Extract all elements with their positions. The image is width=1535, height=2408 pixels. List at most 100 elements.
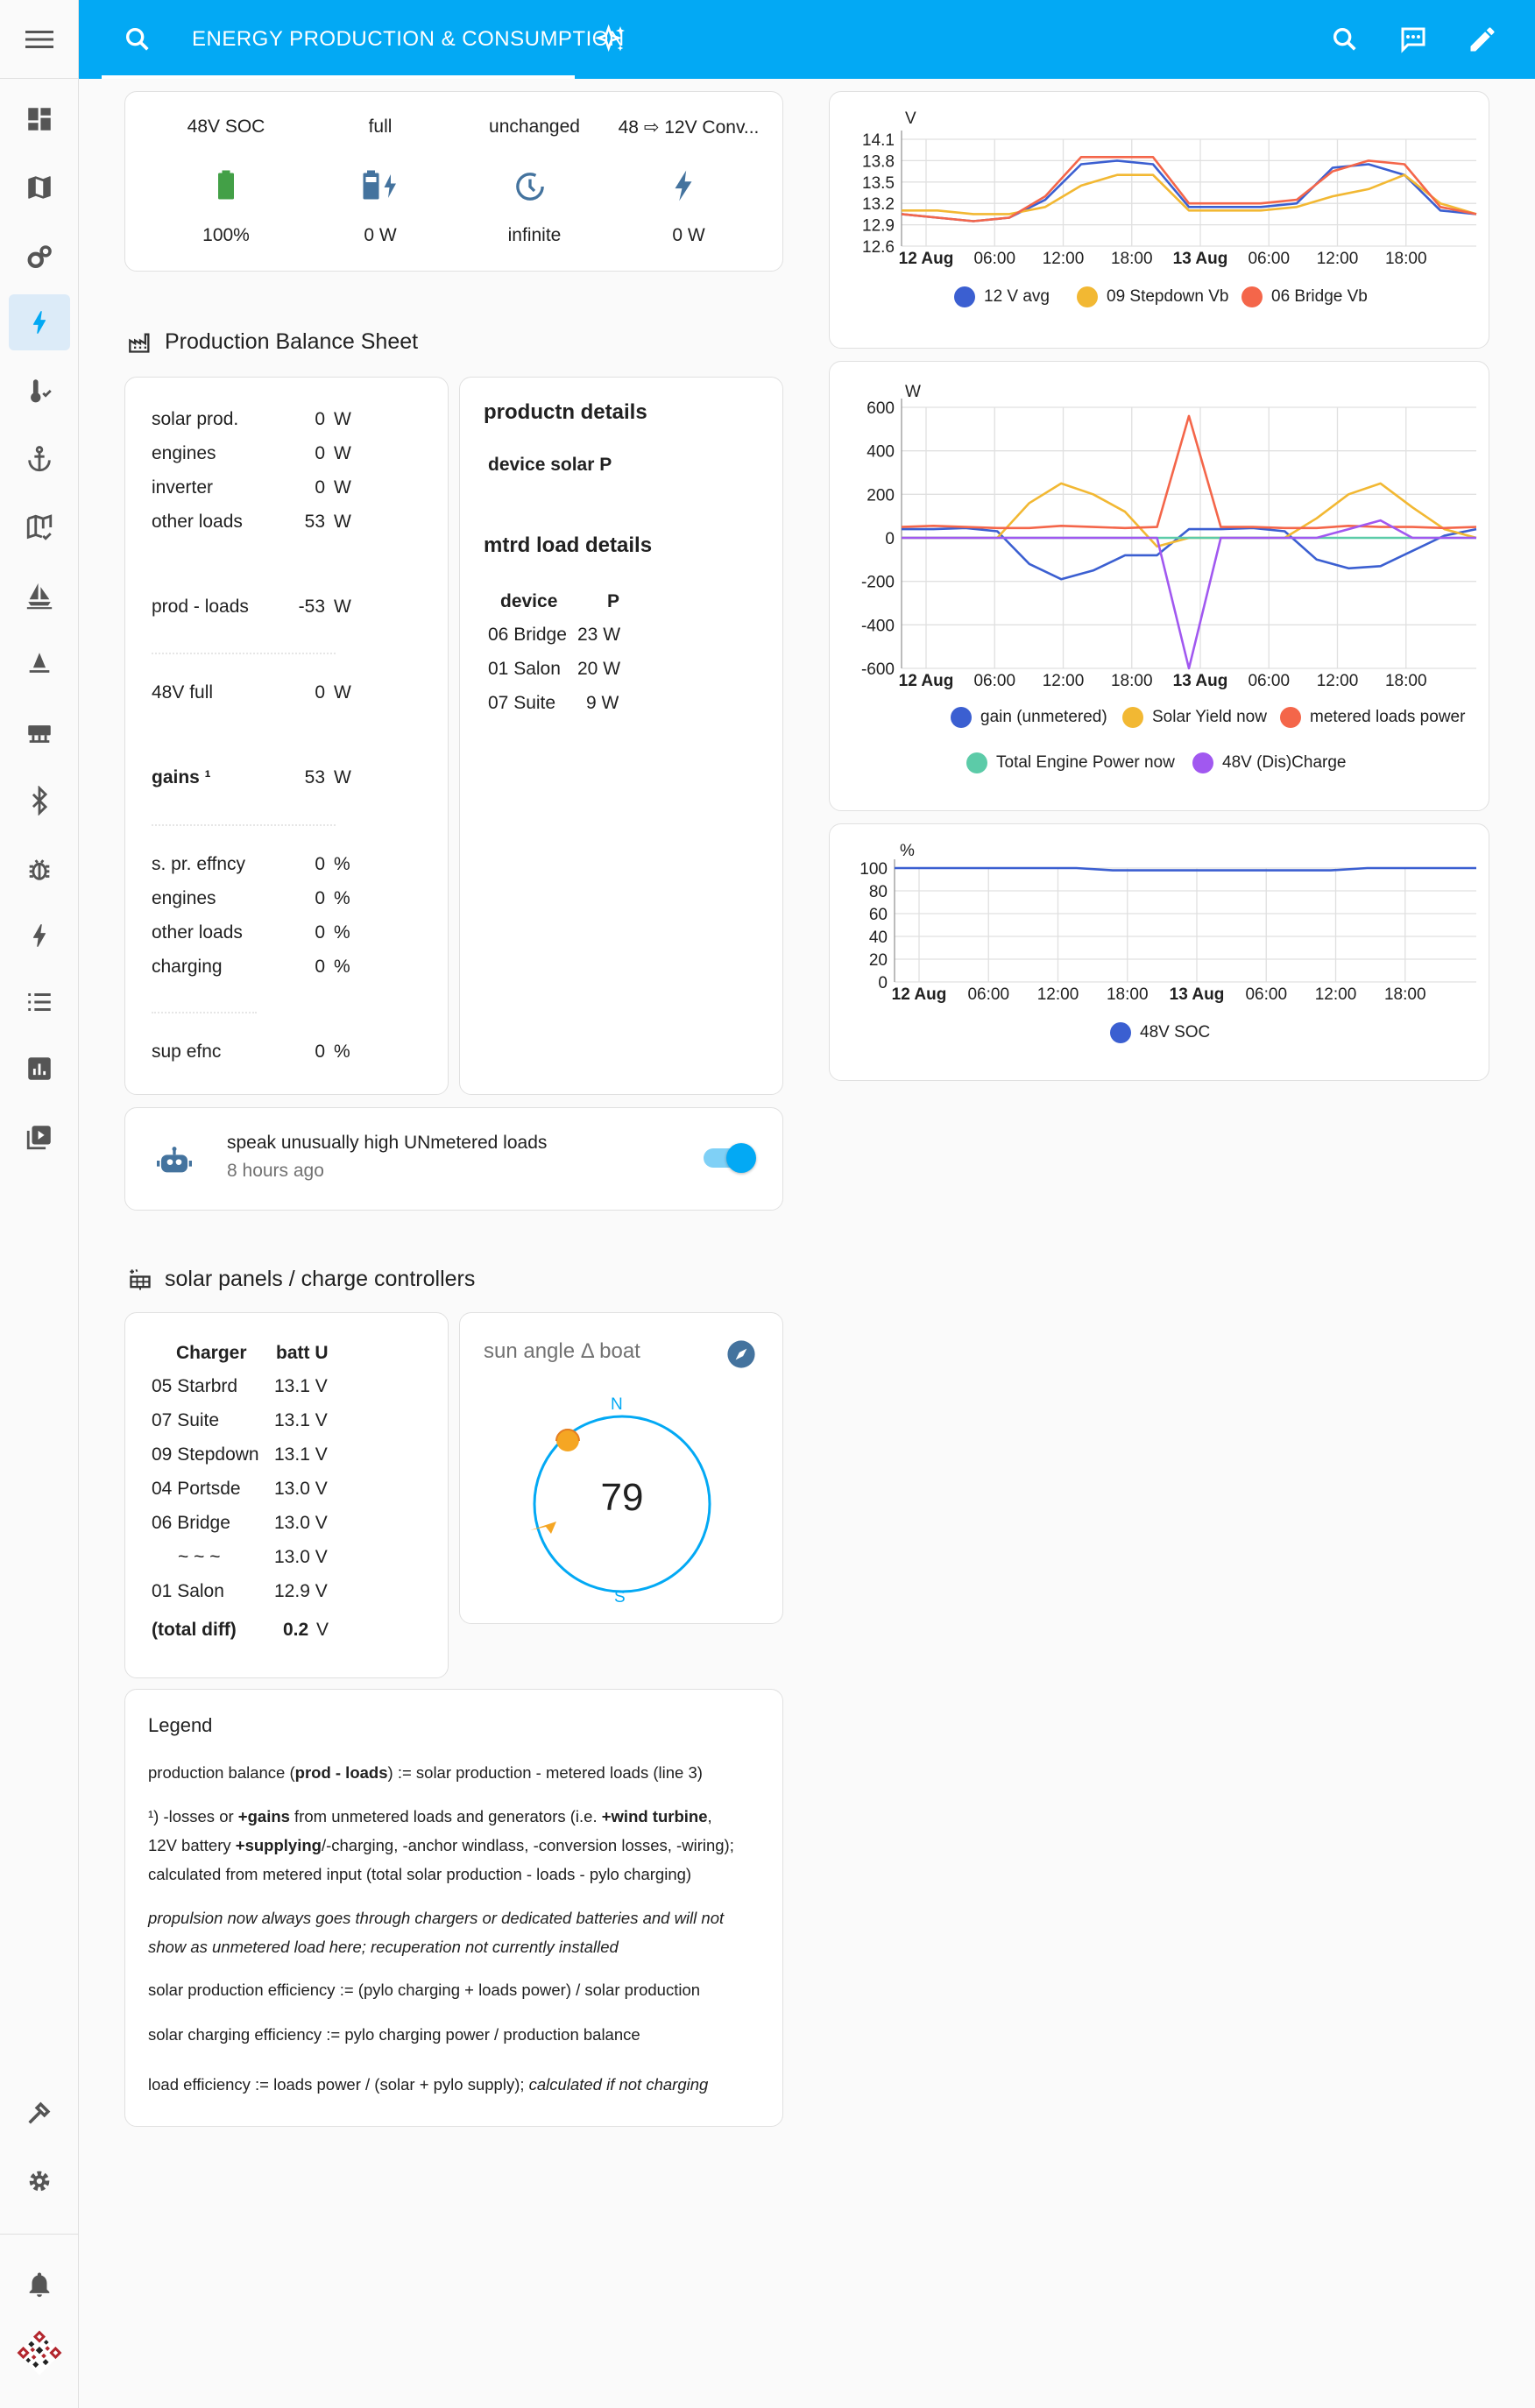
- x-tick-label: 12:00: [1317, 672, 1359, 690]
- power-chart-card: 600 400 200 0 -200 -400 -600 12 Aug 06:00 12:00 18…: [829, 361, 1489, 811]
- sidebar-item-anchor[interactable]: [9, 431, 70, 487]
- automation-toggle[interactable]: [704, 1143, 756, 1173]
- edit-button[interactable]: [1467, 0, 1498, 79]
- sidebar-item-dashboard[interactable]: [9, 91, 70, 147]
- col-batt-u: batt U: [276, 1343, 329, 1363]
- legend-item[interactable]: 09 Stepdown Vb: [1077, 286, 1228, 307]
- sidebar-item-developer[interactable]: [9, 2085, 70, 2141]
- chargers-card: Charger batt U 05 Starbrd 13.1 V 07 Suit…: [124, 1312, 449, 1678]
- menu-button[interactable]: [0, 0, 79, 79]
- sidebar-item-chart[interactable]: [9, 1041, 70, 1097]
- legend-item[interactable]: 12 V avg: [954, 286, 1050, 307]
- sidebar-item-lightning-2[interactable]: [9, 907, 70, 964]
- sidebar-item-sailboat[interactable]: [9, 568, 70, 624]
- x-tick-label: 06:00: [973, 672, 1015, 690]
- x-tick-label: 12:00: [1317, 250, 1359, 268]
- tab-energy-label: ENERGY PRODUCTION & CONSUMPTION: [192, 27, 625, 51]
- sidebar-item-buoy[interactable]: [9, 636, 70, 692]
- sailboat-icon: [26, 583, 53, 610]
- legend-item[interactable]: 48V (Dis)Charge: [1192, 752, 1347, 773]
- sidebar-item-energy[interactable]: [9, 294, 70, 350]
- tab-energy[interactable]: ENERGY PRODUCTION & CONSUMPTION: [192, 0, 625, 79]
- flash-icon[interactable]: [670, 169, 697, 202]
- total-diff-label: (total diff): [152, 1620, 237, 1640]
- bell-icon: [29, 2272, 50, 2298]
- battery-full-icon[interactable]: [213, 169, 239, 201]
- boat-marker: [530, 1522, 556, 1534]
- legend-swatch: [1110, 1022, 1131, 1043]
- charger-voltage: 13.0 V: [274, 1479, 328, 1499]
- assist-button[interactable]: [1397, 0, 1429, 79]
- legend-item[interactable]: Solar Yield now: [1122, 707, 1267, 728]
- legend-item[interactable]: 06 Bridge Vb: [1241, 286, 1368, 307]
- legend-label: 12 V avg: [984, 287, 1050, 306]
- y-tick-label: 13.8: [862, 152, 895, 171]
- gear-icon: [29, 2171, 50, 2192]
- y-tick-label: 14.1: [862, 131, 895, 150]
- sidebar-item-video[interactable]: [9, 1109, 70, 1165]
- sidebar-item-map-check[interactable]: [9, 499, 70, 555]
- battery-charging-icon[interactable]: [360, 169, 400, 201]
- tab-assist[interactable]: [594, 0, 629, 79]
- sidebar-item-cogs[interactable]: [9, 230, 70, 286]
- sidebar-item-map[interactable]: [9, 159, 70, 215]
- x-tick-label: 12 Aug: [899, 250, 954, 268]
- series-line-2: [902, 173, 1477, 215]
- balance-label: s. pr. effncy: [152, 854, 245, 874]
- glance-value-4: 0 W: [672, 225, 705, 245]
- series-line-3: [901, 414, 1477, 530]
- legend-item[interactable]: metered loads power: [1280, 707, 1465, 728]
- balance-label: other loads: [152, 512, 243, 532]
- x-tick-label: 13 Aug: [1173, 250, 1228, 268]
- search-button[interactable]: [1330, 0, 1360, 79]
- balance-card: solar prod. 0 W engines 0 W inverter 0 W…: [124, 377, 449, 1095]
- charger-voltage: 13.1 V: [274, 1410, 328, 1430]
- balance-value: 0: [315, 957, 325, 977]
- compass-icon[interactable]: [726, 1339, 756, 1369]
- sidebar-item-settings[interactable]: [9, 2153, 70, 2209]
- divider: [152, 653, 336, 654]
- search-tab[interactable]: [123, 0, 152, 79]
- x-tick-label: 13 Aug: [1170, 985, 1225, 1004]
- legend-line-4: calculated from metered input (total sol…: [148, 1865, 692, 1883]
- charger-voltage: 13.0 V: [274, 1513, 328, 1533]
- sidebar-item-bluetooth[interactable]: [9, 773, 70, 829]
- legend-item[interactable]: Total Engine Power now: [966, 752, 1175, 773]
- balance-value: 0: [315, 888, 325, 908]
- production-details-header: device solar P: [488, 455, 612, 475]
- balance-unit: W: [334, 597, 351, 617]
- sidebar-item-temperature[interactable]: [9, 363, 70, 419]
- sidebar-item-list[interactable]: [9, 974, 70, 1030]
- legend-item[interactable]: 48V SOC: [1110, 1022, 1210, 1043]
- balance-unit: W: [334, 443, 351, 463]
- legend-swatch: [951, 707, 972, 728]
- clock-icon[interactable]: [513, 169, 548, 204]
- sidebar-item-notifications[interactable]: [9, 2256, 70, 2313]
- sidebar-item-bug[interactable]: [9, 841, 70, 897]
- sidebar-item-server[interactable]: [9, 706, 70, 762]
- production-section-title: Production Balance Sheet: [128, 329, 418, 355]
- charger-name: 06 Bridge: [152, 1513, 230, 1533]
- balance-label: solar prod.: [152, 409, 239, 429]
- power-chart: 600 400 200 0 -200 -400 -60012 Aug 06:00 12:00 18…: [861, 383, 1477, 690]
- production-title-text: Production Balance Sheet: [165, 329, 419, 354]
- balance-unit: %: [334, 1042, 350, 1062]
- legend-item[interactable]: gain (unmetered): [951, 707, 1107, 728]
- legend-line-1: production balance (prod - loads) := sol…: [148, 1763, 703, 1782]
- legend-line-6: show as unmetered load here; recuperatio…: [148, 1938, 619, 1956]
- y-tick-label: -600: [861, 660, 895, 679]
- load-power: 20 W: [577, 659, 621, 679]
- legend-label: Total Engine Power now: [996, 753, 1175, 772]
- y-axis-unit: W: [905, 383, 921, 401]
- x-tick-label: 18:00: [1111, 250, 1153, 268]
- legend-label: 09 Stepdown Vb: [1107, 287, 1229, 306]
- legend-label: 48V SOC: [1140, 1023, 1211, 1042]
- sparkle-icon: [594, 24, 625, 53]
- legend-label: 48V (Dis)Charge: [1222, 753, 1347, 772]
- sidebar-item-profile[interactable]: [9, 2325, 70, 2381]
- sidebar: [0, 0, 79, 2408]
- voltage-chart-card: 14.1 13.8 13.5 13.2 12.9 12.6 12 Aug 06:00 12:00…: [829, 91, 1489, 349]
- solar-panel-icon: [130, 1268, 151, 1290]
- y-tick-label: 12.9: [862, 217, 895, 236]
- charger-name: 01 Salon: [152, 1581, 224, 1601]
